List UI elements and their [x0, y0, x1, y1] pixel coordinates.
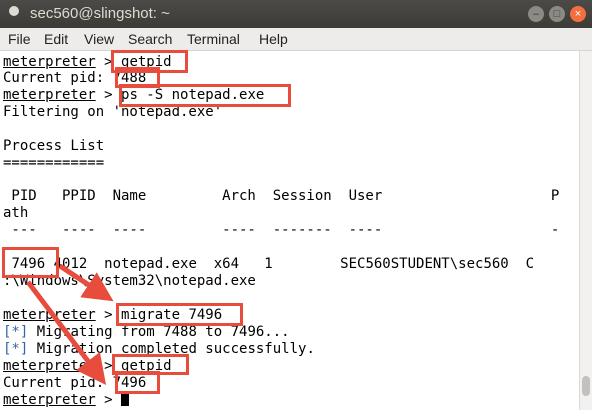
terminal-icon [9, 6, 19, 16]
table-separator: --- ---- ---- ---- ------- ---- - [3, 222, 560, 238]
menu-view[interactable]: View [84, 31, 114, 47]
output-line: [*] Migrating from 7488 to 7496... [3, 324, 290, 340]
scrollbar-thumb[interactable] [582, 376, 590, 396]
table-row: 7496 4012 notepad.exe x64 1 SEC560STUDEN… [11, 256, 535, 272]
menu-search[interactable]: Search [128, 31, 172, 47]
table-header: ath [3, 205, 29, 221]
table-header: PID PPID Name Arch Session User P [3, 188, 560, 204]
maximize-button[interactable]: □ [549, 6, 565, 22]
prompt-line[interactable]: meterpreter > [3, 392, 130, 409]
menu-file[interactable]: File [8, 31, 31, 47]
output-line: ============ [3, 155, 105, 171]
highlight-box [115, 371, 160, 394]
window-title: sec560@slingshot: ~ [30, 5, 170, 22]
text-cursor [121, 392, 130, 406]
menu-edit[interactable]: Edit [44, 31, 68, 47]
highlight-box [119, 84, 291, 107]
highlight-box [116, 303, 243, 326]
title-bar: sec560@slingshot: ~ – □ × [0, 0, 592, 28]
minimize-button[interactable]: – [528, 6, 544, 22]
output-line: Process List [3, 138, 105, 154]
menu-terminal[interactable]: Terminal [187, 31, 240, 47]
close-button[interactable]: × [570, 6, 586, 22]
menu-help[interactable]: Help [259, 31, 288, 47]
menu-bar: File Edit View Search Terminal Help [0, 28, 592, 51]
scrollbar[interactable] [579, 51, 592, 410]
highlight-box [2, 247, 59, 278]
